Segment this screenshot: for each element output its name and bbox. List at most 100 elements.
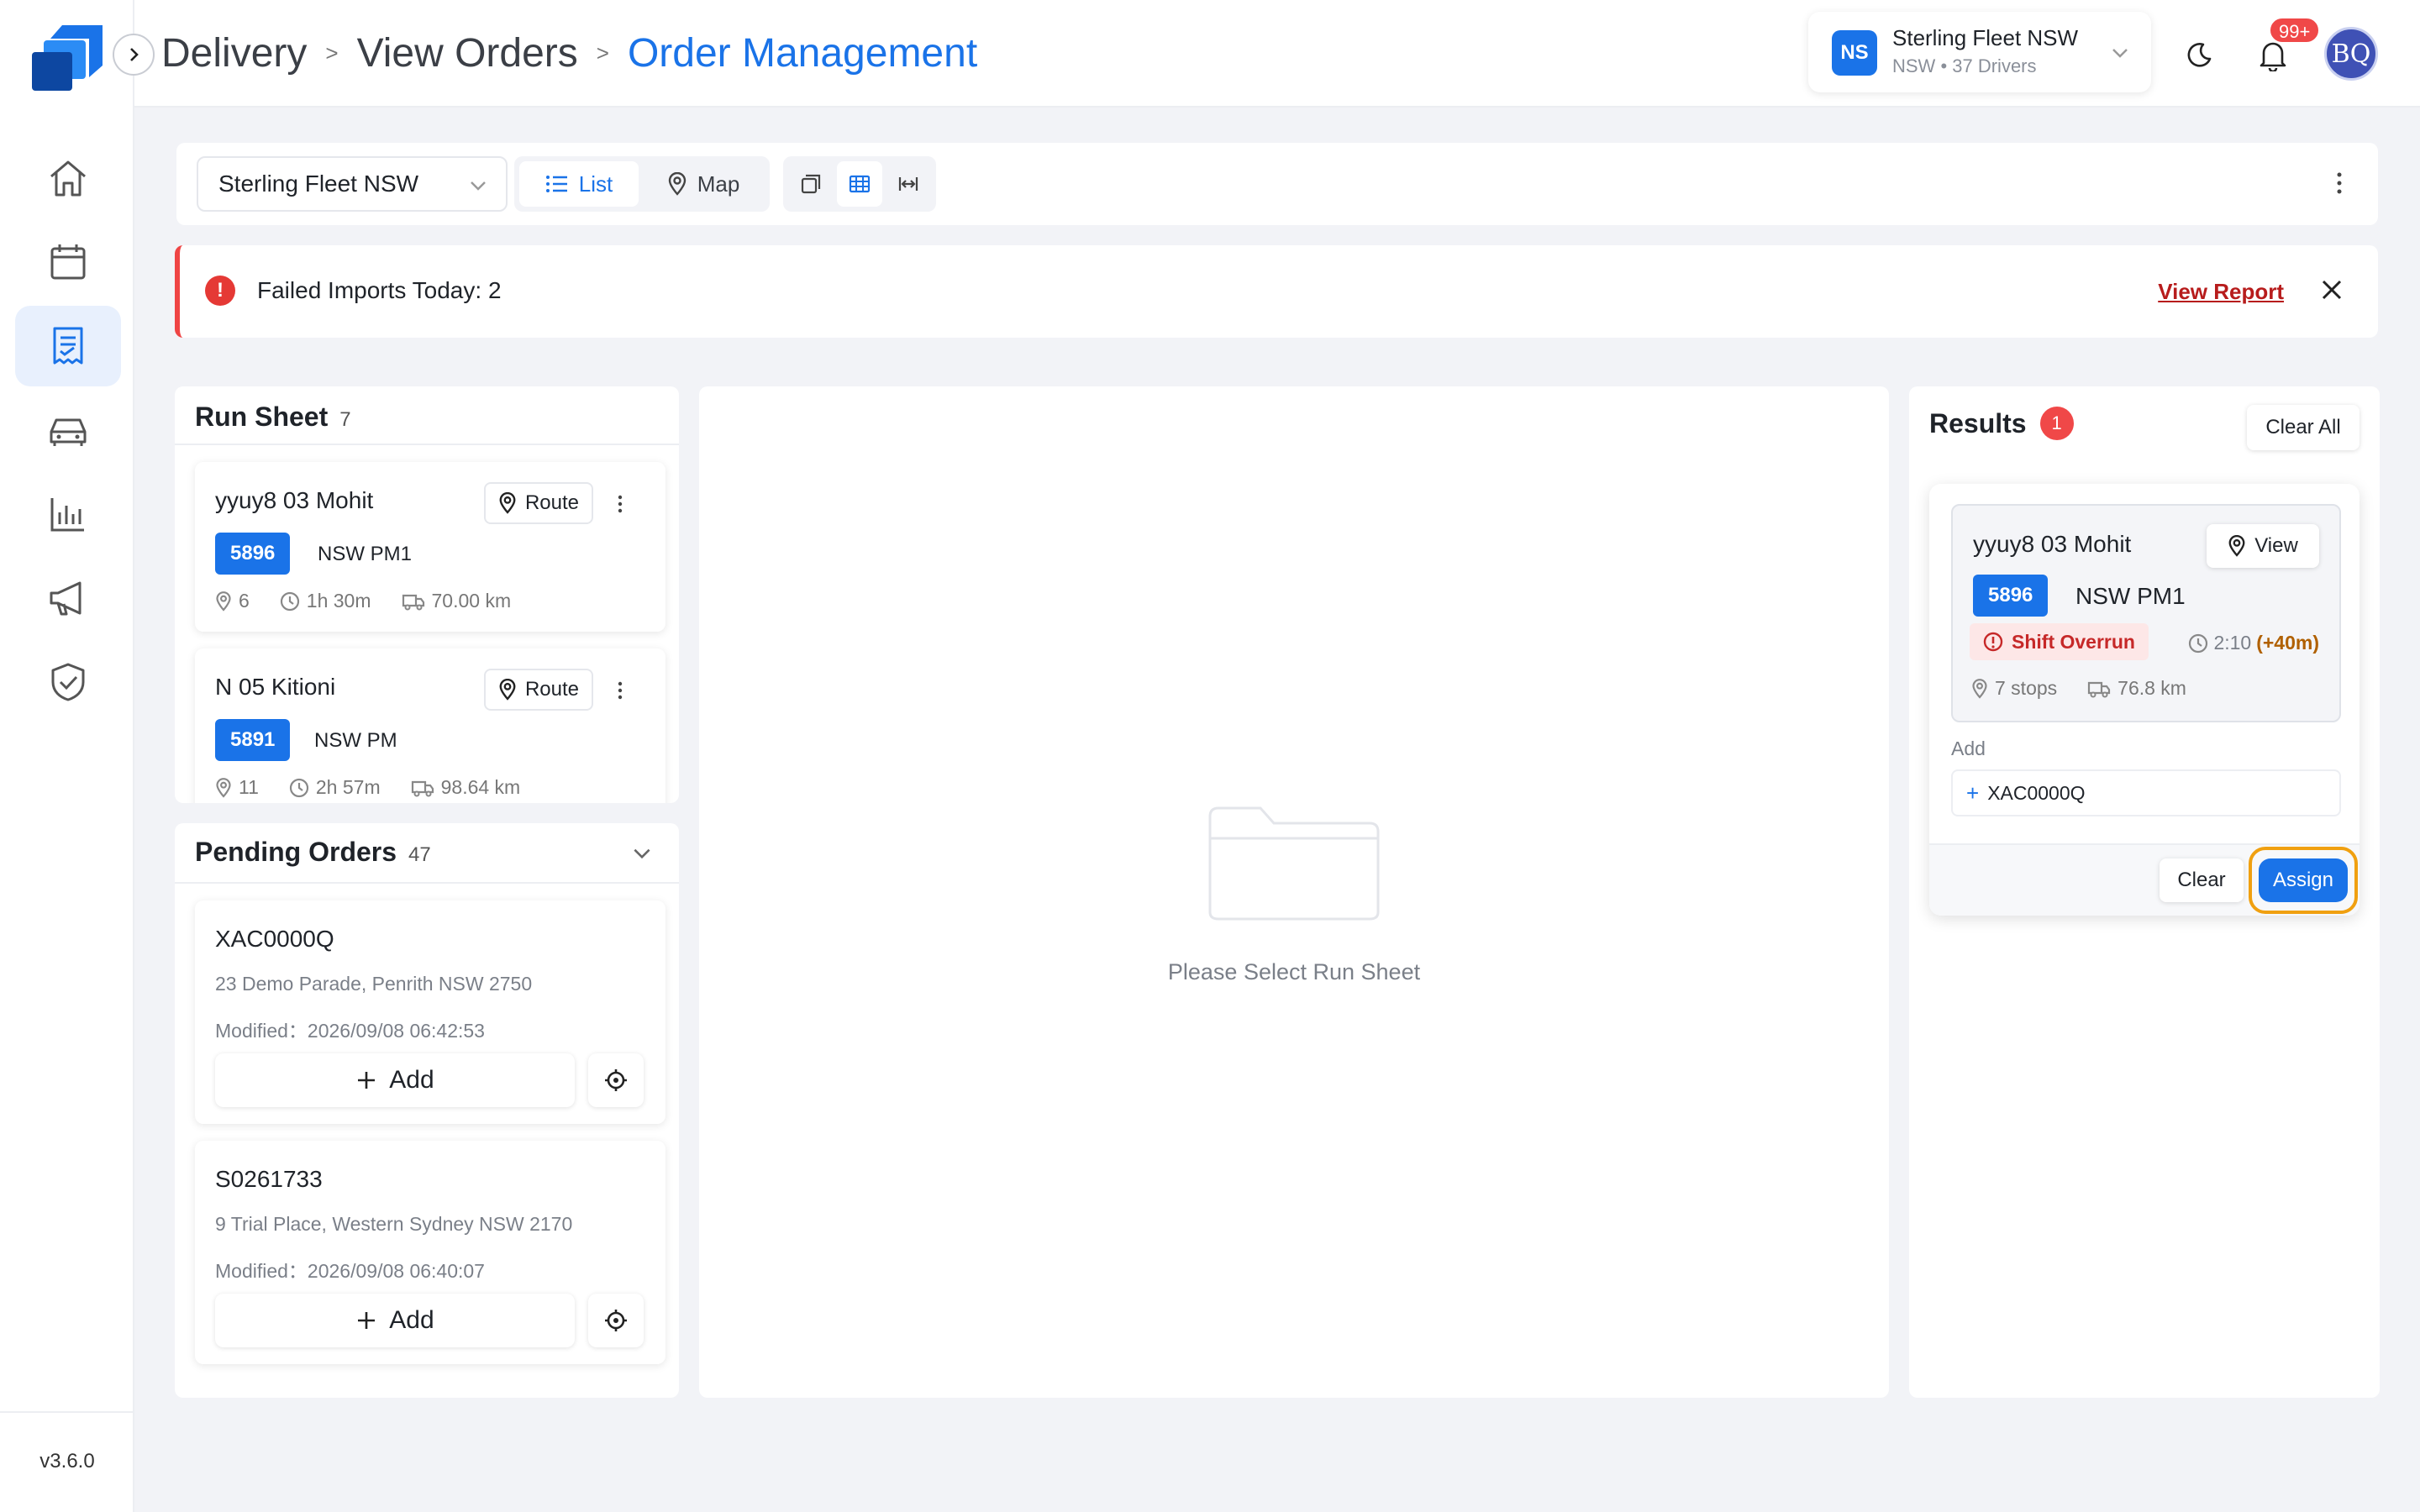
route-button[interactable]: Route: [484, 669, 593, 711]
add-section-label: Add: [1951, 738, 1986, 759]
run-sheet-title: Run Sheet: [195, 402, 329, 432]
locate-order-button[interactable]: [588, 1294, 644, 1347]
view-list-label: List: [578, 171, 613, 197]
run-distance: 98.64 km: [440, 776, 521, 798]
result-actions: Clear Assign: [1929, 843, 2360, 916]
divider: [175, 882, 679, 884]
dark-mode-toggle[interactable]: [2178, 34, 2220, 76]
result-run-card[interactable]: yyuy8 03 Mohit View 5896 NSW PM1 Shift O…: [1951, 504, 2341, 722]
bar-chart-icon: [50, 498, 84, 532]
page-title: Order Management: [627, 31, 978, 76]
fleet-avatar: NS: [1832, 30, 1877, 76]
run-sheet-count: 7: [339, 408, 351, 431]
nav-vehicles[interactable]: [15, 390, 121, 470]
order-id: XAC0000Q: [215, 926, 334, 952]
order-address: 23 Demo Parade, Penrith NSW 2750: [215, 973, 533, 995]
result-duration: 2:10 (+40m): [2188, 632, 2319, 654]
plus-icon: [358, 1312, 376, 1329]
run-id-badge: 5896: [1973, 575, 2049, 617]
clear-button[interactable]: Clear: [2160, 858, 2244, 902]
run-id-badge: 5891: [215, 719, 291, 761]
run-region: NSW PM1: [2075, 583, 2186, 609]
fleet-switcher[interactable]: NS Sterling Fleet NSW NSW • 37 Drivers: [1808, 12, 2151, 92]
close-icon[interactable]: [2317, 276, 2346, 304]
fleet-select-value: Sterling Fleet NSW: [218, 171, 419, 197]
clear-all-button[interactable]: Clear All: [2247, 405, 2360, 450]
layout-table-button[interactable]: [837, 161, 882, 207]
layout-toggle: [783, 156, 936, 212]
more-vertical-icon[interactable]: [615, 492, 625, 516]
app-logo[interactable]: [29, 22, 106, 94]
warning-circle-icon: [1983, 632, 2003, 652]
run-duration: 2h 57m: [315, 776, 381, 798]
view-list-tab[interactable]: List: [519, 161, 639, 207]
nav-announcements[interactable]: [15, 558, 121, 638]
locate-order-button[interactable]: [588, 1053, 644, 1107]
location-pin-icon: [216, 777, 231, 798]
route-button[interactable]: Route: [484, 482, 593, 524]
assign-button[interactable]: Assign: [2259, 858, 2348, 902]
shield-check-icon: [51, 663, 85, 701]
run-meta: 6 1h 30m 70.00 km: [215, 590, 511, 612]
fleet-name: Sterling Fleet NSW: [1892, 25, 2079, 50]
clock-icon: [289, 778, 308, 797]
layout-width-button[interactable]: [886, 161, 931, 207]
result-distance: 76.8 km: [2118, 677, 2186, 699]
location-pin-icon: [1972, 678, 1987, 699]
crosshair-icon: [605, 1310, 627, 1331]
fleet-select[interactable]: Sterling Fleet NSW: [197, 156, 508, 212]
truck-icon: [2088, 681, 2111, 697]
nav-reports[interactable]: [15, 474, 121, 554]
breadcrumb-separator: >: [596, 40, 609, 66]
location-pin-icon: [668, 172, 686, 196]
added-order-chip[interactable]: + XAC0000Q: [1951, 769, 2341, 816]
notifications-badge: 99+: [2269, 17, 2321, 44]
pending-orders-header[interactable]: Pending Orders 47: [195, 837, 431, 868]
route-label: Route: [524, 678, 580, 701]
view-map-tab[interactable]: Map: [642, 161, 765, 207]
location-pin-icon: [499, 492, 516, 514]
add-order-button[interactable]: Add: [215, 1294, 575, 1347]
alert-icon: !: [205, 276, 235, 306]
view-map-label: Map: [697, 171, 740, 197]
pending-orders-title: Pending Orders: [195, 837, 397, 867]
run-duration: 1h 30m: [306, 590, 371, 612]
sidebar-expand-button[interactable]: [113, 34, 155, 76]
run-id-badge: 5896: [215, 533, 291, 575]
chevron-down-icon[interactable]: [630, 842, 654, 865]
add-order-button[interactable]: Add: [215, 1053, 575, 1107]
run-sheet-card[interactable]: yyuy8 03 Mohit Route 5896 NSW PM1 6 1h 3…: [195, 462, 666, 632]
home-icon: [50, 160, 86, 197]
run-region: NSW PM1: [318, 543, 413, 565]
view-report-link[interactable]: View Report: [2158, 279, 2284, 305]
breadcrumb-delivery[interactable]: Delivery: [161, 30, 307, 76]
view-mode-toggle: List Map: [514, 156, 770, 212]
column-width-icon: [898, 177, 918, 191]
run-stops: 6: [239, 590, 250, 612]
more-vertical-icon[interactable]: [2334, 168, 2344, 198]
user-avatar[interactable]: BQ: [2324, 27, 2378, 81]
nav-compliance[interactable]: [15, 642, 121, 722]
nav-home[interactable]: [15, 138, 121, 218]
pending-order-card[interactable]: XAC0000Q 23 Demo Parade, Penrith NSW 275…: [195, 900, 666, 1124]
nav-calendar[interactable]: [15, 222, 121, 302]
calendar-icon: [50, 244, 86, 280]
pending-orders-count: 47: [408, 843, 431, 866]
run-sheet-card[interactable]: N 05 Kitioni Route 5891 NSW PM 11 2h 57m…: [195, 648, 666, 803]
plus-icon: [358, 1072, 376, 1089]
more-vertical-icon[interactable]: [615, 679, 625, 702]
pending-order-card[interactable]: S0261733 9 Trial Place, Western Sydney N…: [195, 1141, 666, 1364]
breadcrumb: Delivery > View Orders > Order Managemen…: [161, 30, 977, 76]
empty-folder-icon: [1208, 806, 1380, 921]
view-button[interactable]: View: [2207, 524, 2319, 568]
toolbar: Sterling Fleet NSW List Map: [176, 143, 2378, 225]
order-modified: Modified：2026/09/08 06:42:53: [215, 1020, 485, 1042]
shift-overrun-label: Shift Overrun: [2012, 630, 2135, 653]
moon-icon: [2187, 43, 2212, 67]
results-count-badge: 1: [2039, 407, 2074, 440]
layout-cards-button[interactable]: [788, 161, 834, 207]
breadcrumb-view-orders[interactable]: View Orders: [357, 30, 578, 76]
orders-icon: [53, 327, 83, 365]
car-icon: [50, 418, 87, 446]
nav-orders[interactable]: [15, 306, 121, 386]
